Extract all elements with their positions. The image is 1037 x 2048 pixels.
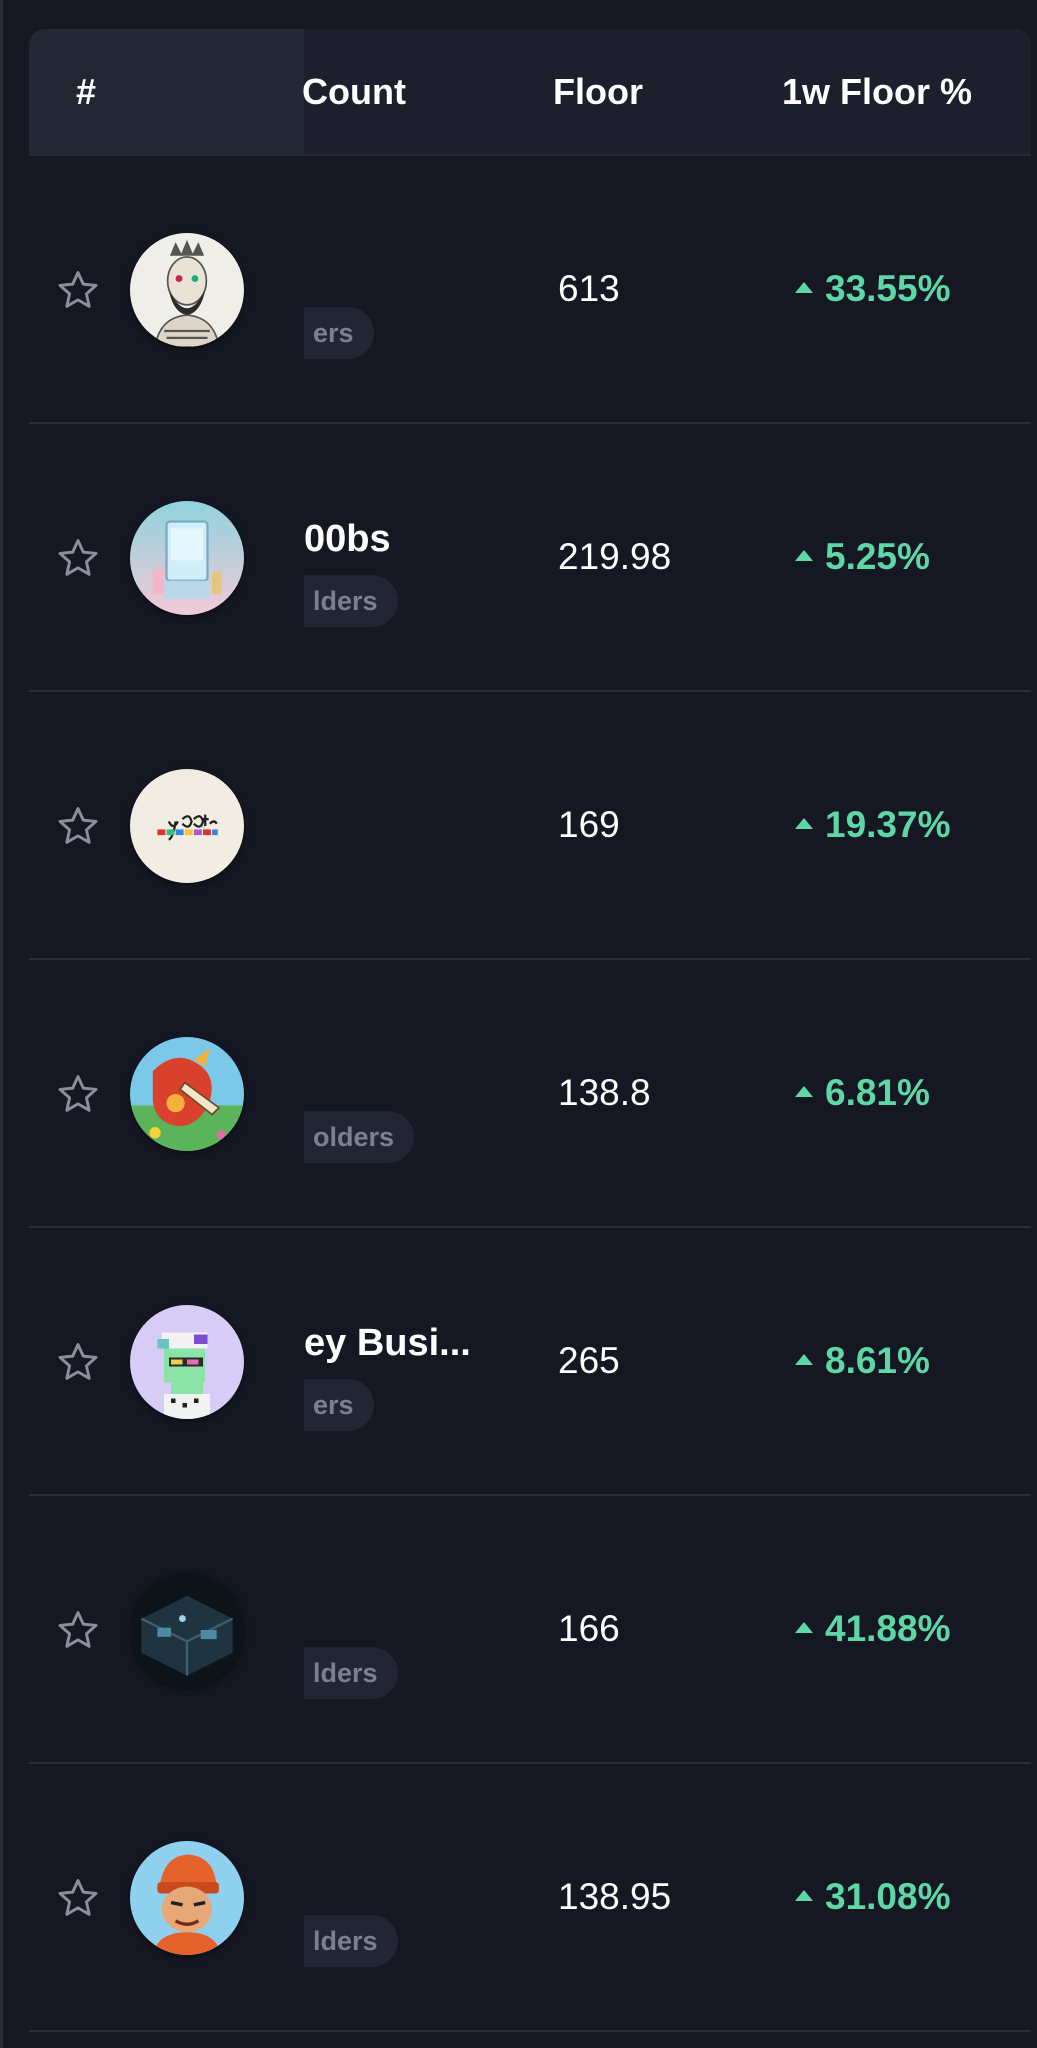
page-edge: [0, 0, 3, 2048]
floor-price: 219.98: [558, 536, 672, 577]
dark-room-avatar-icon[interactable]: [130, 1573, 244, 1687]
sticky-cell: [29, 1496, 304, 1764]
sticky-cell: [29, 424, 304, 692]
floor-change-value: 31.08%: [825, 1876, 951, 1917]
caret-up-icon: [795, 817, 813, 829]
floor-change-value: 6.81%: [825, 1072, 930, 1113]
caret-up-icon: [795, 1889, 813, 1901]
floor-change: 8.61%: [795, 1228, 930, 1494]
floor-price: 138.95: [558, 1876, 672, 1917]
sticky-cell: [29, 960, 304, 1228]
floor-change-value: 8.61%: [825, 1340, 930, 1381]
star-icon[interactable]: [56, 268, 100, 312]
sticky-cell: [29, 1228, 304, 1496]
dragon-avatar-icon[interactable]: [130, 1037, 244, 1151]
table-row[interactable]: lders 00bs 219.98 5.25%: [29, 424, 1031, 692]
caret-up-icon: [795, 1085, 813, 1097]
table-row[interactable]: ers 613 33.55%: [29, 156, 1031, 424]
star-icon[interactable]: [56, 804, 100, 848]
floor-change: 31.08%: [795, 1764, 951, 2030]
floor-price: 166: [558, 1608, 620, 1649]
table-header: # Count Floor 1w Floor %: [29, 29, 1031, 156]
caret-up-icon: [795, 1353, 813, 1365]
sticky-cell: [29, 692, 304, 960]
floor-price: 265: [558, 1340, 620, 1381]
floor-change: 6.81%: [795, 960, 930, 1226]
sticky-cell: [29, 156, 304, 424]
caret-up-icon: [795, 1621, 813, 1633]
caret-up-icon: [795, 549, 813, 561]
collection-name[interactable]: 00bs: [304, 518, 391, 561]
floor-price: 169: [558, 804, 620, 845]
collection-name[interactable]: ey Busi...: [304, 1322, 471, 1365]
orange-beanie-character-avatar-icon[interactable]: [130, 1841, 244, 1955]
star-icon[interactable]: [56, 1608, 100, 1652]
table-row[interactable]: lders 166 41.88%: [29, 1496, 1031, 1764]
floor-change: 41.88%: [795, 1496, 951, 1762]
y00ts-logo-avatar-icon[interactable]: [130, 769, 244, 883]
floor-change: 19.37%: [795, 692, 951, 958]
floor-column-header[interactable]: Floor: [553, 29, 643, 154]
star-icon[interactable]: [56, 1340, 100, 1384]
claw-machine-avatar-icon[interactable]: [130, 501, 244, 615]
pixel-character-avatar-icon[interactable]: [130, 1305, 244, 1419]
floor-change-value: 41.88%: [825, 1608, 951, 1649]
star-icon[interactable]: [56, 536, 100, 580]
sticky-cell: [29, 1764, 304, 2032]
table-row[interactable]: olders 138.8 6.81%: [29, 960, 1031, 1228]
count-column-header[interactable]: Count: [302, 29, 406, 154]
floor-change-value: 33.55%: [825, 268, 951, 309]
floor-price: 613: [558, 268, 620, 309]
collections-table: # Count Floor 1w Floor % ers 613 33.55%: [29, 29, 1031, 2048]
caret-up-icon: [795, 281, 813, 293]
table-row[interactable]: 169 19.37%: [29, 692, 1031, 960]
floor-change-column-header[interactable]: 1w Floor %: [782, 29, 972, 154]
floor-price: 138.8: [558, 1072, 651, 1113]
floor-change-value: 19.37%: [825, 804, 951, 845]
rank-column-header[interactable]: #: [76, 29, 96, 154]
floor-change: 5.25%: [795, 424, 930, 690]
table-row[interactable]: lders 138.95 31.08%: [29, 1764, 1031, 2032]
table-row[interactable]: ers ey Busi... 265 8.61%: [29, 1228, 1031, 1496]
star-icon[interactable]: [56, 1072, 100, 1116]
star-icon[interactable]: [56, 1876, 100, 1920]
floor-change-value: 5.25%: [825, 536, 930, 577]
bearded-skeleton-avatar-icon[interactable]: [130, 233, 244, 347]
floor-change: 33.55%: [795, 156, 951, 422]
header-sticky-cell: [29, 29, 304, 154]
